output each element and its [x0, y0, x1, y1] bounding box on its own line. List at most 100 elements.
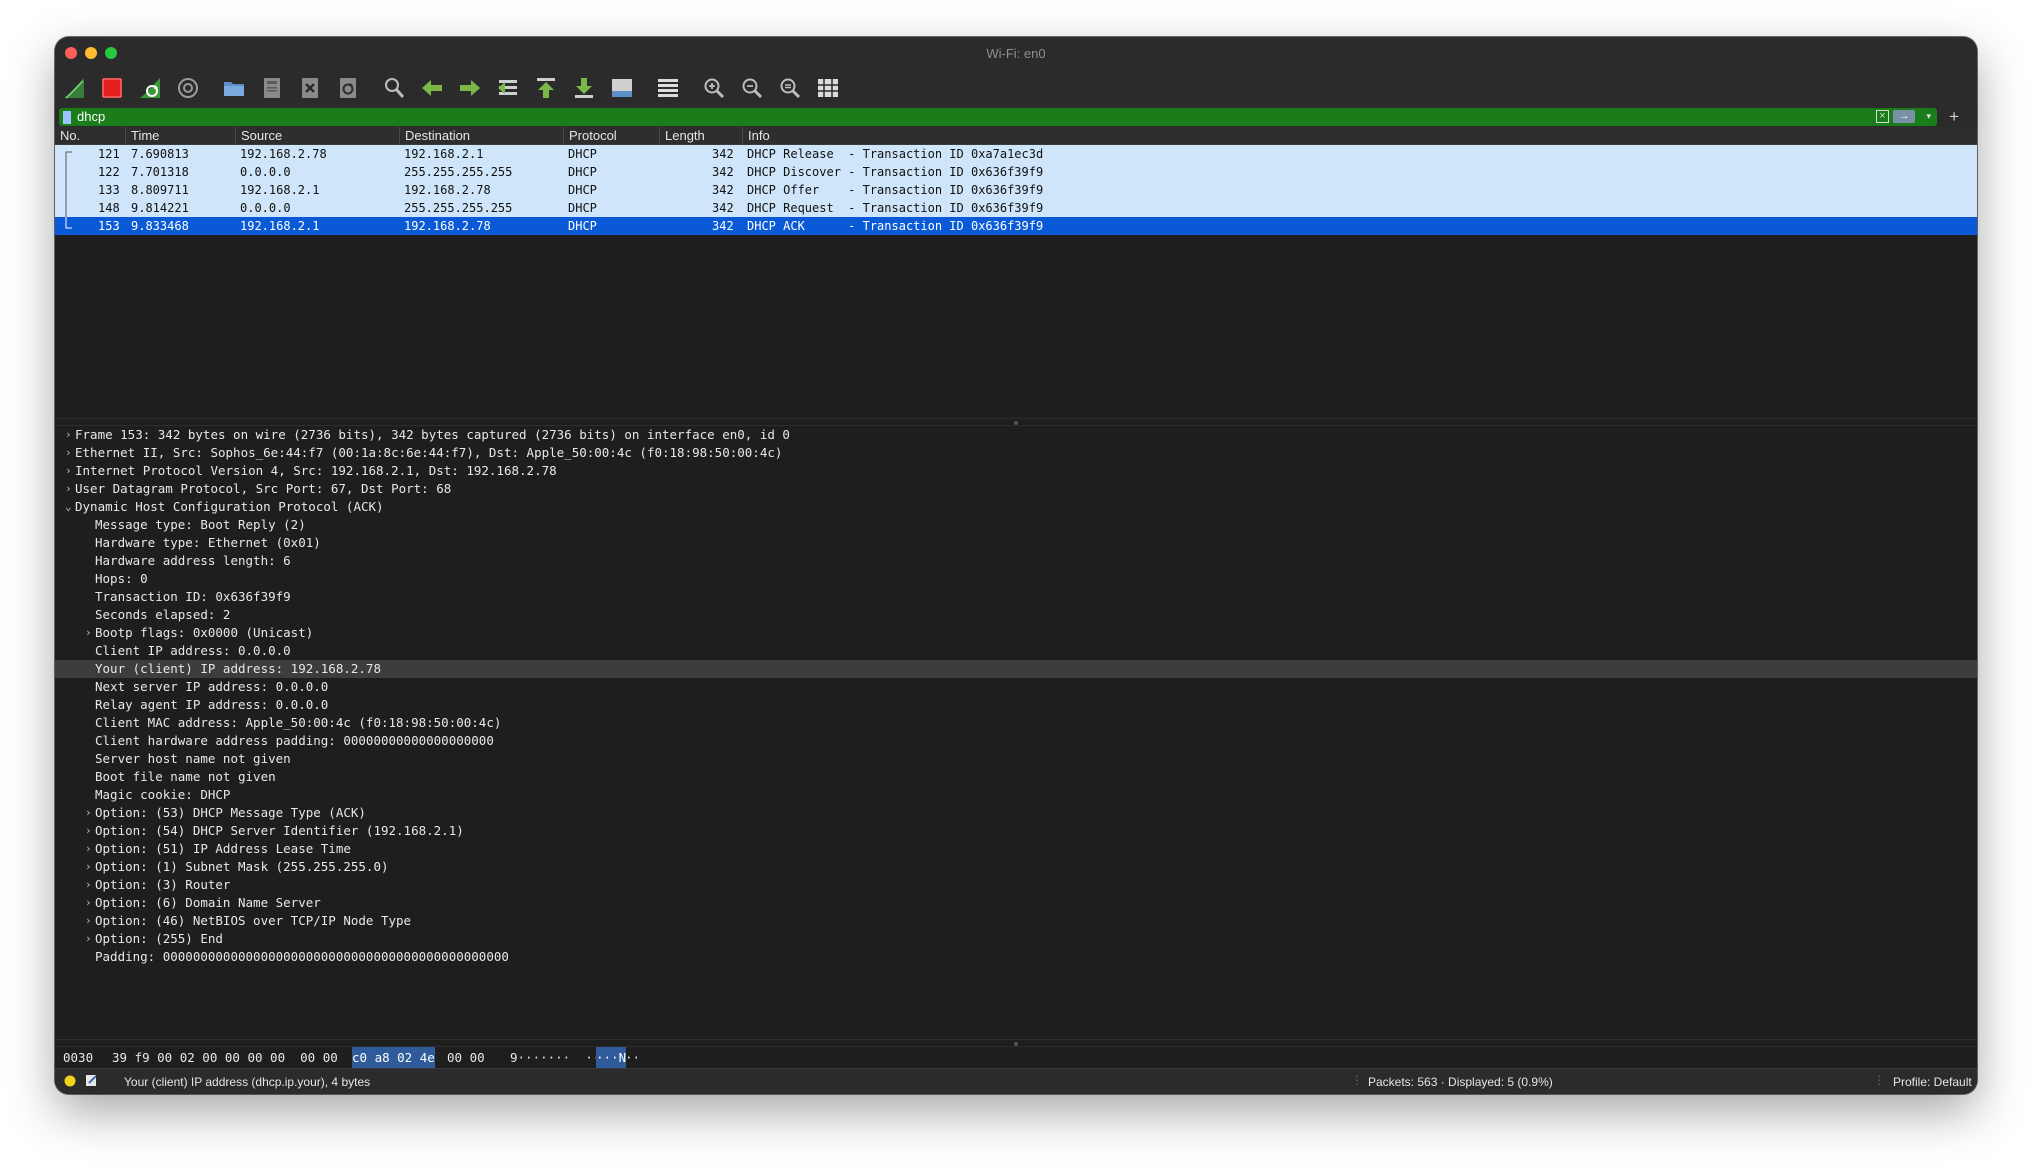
details-row[interactable]: Transaction ID: 0x636f39f9: [55, 588, 1977, 606]
details-row[interactable]: › Internet Protocol Version 4, Src: 192.1…: [55, 462, 1977, 480]
bytes-hex[interactable]: 00 00: [447, 1047, 485, 1068]
splitter-grip[interactable]: [1014, 421, 1018, 425]
bytes-ascii-selected[interactable]: ···N: [596, 1047, 627, 1068]
details-row[interactable]: › User Datagram Protocol, Src Port: 67, D…: [55, 480, 1977, 498]
packet-row-selected[interactable]: 153 9.833468 192.168.2.1 192.168.2.78 DH…: [55, 217, 1977, 235]
details-row[interactable]: Hardware address length: 6: [55, 552, 1977, 570]
details-row[interactable]: › Option: (53) DHCP Message Type (ACK): [55, 804, 1977, 822]
details-row[interactable]: Seconds elapsed: 2: [55, 606, 1977, 624]
bytes-ascii[interactable]: ··: [625, 1047, 640, 1068]
collapsed-chevron-icon[interactable]: ›: [85, 804, 92, 822]
details-row[interactable]: › Ethernet II, Src: Sophos_6e:44:f7 (00:1…: [55, 444, 1977, 462]
column-length[interactable]: Length: [659, 127, 742, 144]
pane-splitter[interactable]: [55, 418, 1977, 426]
stop-capture-button[interactable]: [99, 75, 125, 101]
pane-splitter[interactable]: [55, 1039, 1977, 1047]
details-row[interactable]: › Option: (6) Domain Name Server: [55, 894, 1977, 912]
collapsed-chevron-icon[interactable]: ›: [85, 930, 92, 948]
close-file-button[interactable]: [297, 75, 323, 101]
resize-columns-button[interactable]: [815, 75, 841, 101]
collapsed-chevron-icon[interactable]: ›: [85, 912, 92, 930]
capture-comment-icon[interactable]: [85, 1074, 98, 1087]
details-row[interactable]: Next server IP address: 0.0.0.0: [55, 678, 1977, 696]
autoscroll-button[interactable]: [609, 75, 635, 101]
save-file-button[interactable]: [259, 75, 285, 101]
column-info[interactable]: Info: [742, 127, 1977, 144]
details-row-text: Option: (3) Router: [95, 877, 231, 892]
filter-history-dropdown-icon[interactable]: ▾: [1926, 110, 1931, 123]
packet-row[interactable]: 122 7.701318 0.0.0.0 255.255.255.255 DHC…: [55, 163, 1977, 181]
details-row[interactable]: Hardware type: Ethernet (0x01): [55, 534, 1977, 552]
start-capture-button[interactable]: [61, 75, 87, 101]
details-row[interactable]: Client MAC address: Apple_50:00:4c (f0:1…: [55, 714, 1977, 732]
first-packet-button[interactable]: [533, 75, 559, 101]
apply-arrow-icon[interactable]: →: [1893, 110, 1915, 123]
column-protocol[interactable]: Protocol: [563, 127, 659, 144]
details-row[interactable]: › Option: (255) End: [55, 930, 1977, 948]
details-row[interactable]: › Bootp flags: 0x0000 (Unicast): [55, 624, 1977, 642]
details-row[interactable]: Message type: Boot Reply (2): [55, 516, 1977, 534]
collapsed-chevron-icon[interactable]: ›: [85, 876, 92, 894]
column-time[interactable]: Time: [125, 127, 235, 144]
last-packet-button[interactable]: [571, 75, 597, 101]
collapsed-chevron-icon[interactable]: ›: [65, 462, 72, 480]
collapsed-chevron-icon[interactable]: ›: [85, 840, 92, 858]
status-profile[interactable]: Profile: Default: [1893, 1075, 1972, 1089]
find-packet-button[interactable]: [381, 75, 407, 101]
zoom-reset-button[interactable]: [777, 75, 803, 101]
details-row[interactable]: Magic cookie: DHCP: [55, 786, 1977, 804]
clear-x-icon[interactable]: ×: [1876, 110, 1889, 123]
splitter-grip[interactable]: [1014, 1042, 1018, 1046]
details-row[interactable]: › Option: (51) IP Address Lease Time: [55, 840, 1977, 858]
bytes-hex-selected[interactable]: c0 a8 02 4e: [352, 1047, 435, 1068]
details-row[interactable]: › Option: (1) Subnet Mask (255.255.255.0): [55, 858, 1977, 876]
autoscroll-icon: [612, 79, 632, 97]
packet-row[interactable]: 148 9.814221 0.0.0.0 255.255.255.255 DHC…: [55, 199, 1977, 217]
restart-capture-button[interactable]: [137, 75, 163, 101]
details-row-text: Next server IP address: 0.0.0.0: [95, 679, 329, 694]
expert-info-icon[interactable]: [64, 1075, 76, 1087]
go-forward-button[interactable]: [457, 75, 483, 101]
collapsed-chevron-icon[interactable]: ›: [85, 624, 92, 642]
collapsed-chevron-icon[interactable]: ›: [65, 480, 72, 498]
zoom-out-button[interactable]: [739, 75, 765, 101]
details-row[interactable]: › Option: (54) DHCP Server Identifier (19…: [55, 822, 1977, 840]
details-row[interactable]: Server host name not given: [55, 750, 1977, 768]
collapsed-chevron-icon[interactable]: ›: [65, 444, 72, 462]
reload-file-button[interactable]: [335, 75, 361, 101]
column-destination[interactable]: Destination: [399, 127, 563, 144]
collapsed-chevron-icon[interactable]: ›: [85, 894, 92, 912]
go-back-button[interactable]: [419, 75, 445, 101]
capture-options-button[interactable]: [175, 75, 201, 101]
add-filter-button[interactable]: +: [1949, 107, 1959, 127]
expanded-chevron-icon[interactable]: ⌄: [65, 498, 72, 516]
details-row[interactable]: Hops: 0: [55, 570, 1977, 588]
packet-row[interactable]: 121 7.690813 192.168.2.78 192.168.2.1 DH…: [55, 145, 1977, 163]
details-row[interactable]: Client IP address: 0.0.0.0: [55, 642, 1977, 660]
open-file-button[interactable]: [221, 75, 247, 101]
collapsed-chevron-icon[interactable]: ›: [85, 858, 92, 876]
details-row[interactable]: Padding: 0000000000000000000000000000000…: [55, 948, 1977, 966]
details-row-text: Boot file name not given: [95, 769, 276, 784]
details-row[interactable]: › Option: (3) Router: [55, 876, 1977, 894]
display-filter-text[interactable]: dhcp: [77, 109, 105, 125]
column-no[interactable]: No.: [55, 127, 125, 144]
bytes-hex[interactable]: 39 f9 00 02 00 00 00 00 00 00: [112, 1047, 338, 1068]
details-row[interactable]: › Frame 153: 342 bytes on wire (2736 bits…: [55, 426, 1977, 444]
zoom-in-button[interactable]: [701, 75, 727, 101]
column-source[interactable]: Source: [235, 127, 399, 144]
details-row[interactable]: Boot file name not given: [55, 768, 1977, 786]
bytes-ascii[interactable]: 9······· ··: [510, 1047, 600, 1068]
colorize-button[interactable]: [655, 75, 681, 101]
filter-bookmark-icon[interactable]: [63, 111, 71, 124]
collapsed-chevron-icon[interactable]: ›: [85, 822, 92, 840]
details-row[interactable]: Client hardware address padding: 0000000…: [55, 732, 1977, 750]
details-row[interactable]: › Option: (46) NetBIOS over TCP/IP Node T…: [55, 912, 1977, 930]
collapsed-chevron-icon[interactable]: ›: [65, 426, 72, 444]
display-filter-input[interactable]: dhcp × → ▾: [59, 108, 1937, 126]
details-row-selected[interactable]: Your (client) IP address: 192.168.2.78: [55, 660, 1977, 678]
details-row[interactable]: Relay agent IP address: 0.0.0.0: [55, 696, 1977, 714]
packet-row[interactable]: 133 8.809711 192.168.2.1 192.168.2.78 DH…: [55, 181, 1977, 199]
go-to-packet-button[interactable]: [495, 75, 521, 101]
details-row[interactable]: ⌄ Dynamic Host Configuration Protocol (AC…: [55, 498, 1977, 516]
